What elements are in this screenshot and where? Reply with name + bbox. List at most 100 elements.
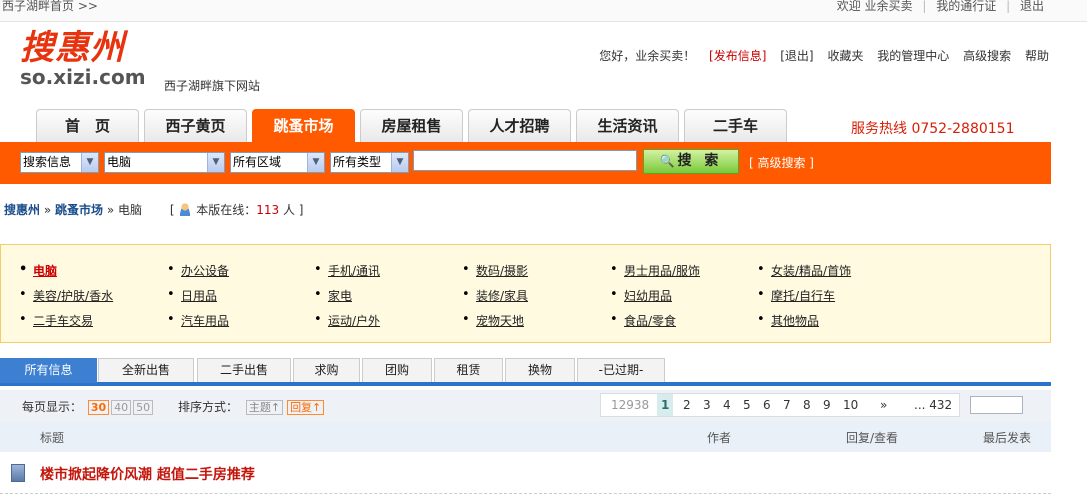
table-row: 楼市掀起降价风潮 超值二手房推荐	[0, 454, 1051, 494]
divider: |	[922, 0, 927, 13]
next-page[interactable]: »	[880, 398, 887, 412]
advanced-search-button[interactable]: [ 高级搜索 ]	[749, 154, 814, 171]
tab-swap[interactable]: 换物	[505, 358, 575, 382]
user-nav: 您好，业余买卖！ [发布信息] [退出] 收藏夹 我的管理中心 高级搜索 帮助	[589, 47, 1049, 64]
category-pets[interactable]: 宠物天地	[462, 312, 524, 329]
category-computer[interactable]: 电脑	[19, 262, 57, 279]
category-digital[interactable]: 数码/摄影	[462, 262, 528, 279]
publish-link[interactable]: [发布信息]	[709, 49, 766, 63]
category-appliance[interactable]: 家电	[314, 287, 352, 304]
sort-reply-button[interactable]: 回复↑	[287, 400, 325, 415]
greeting: 您好，业余买卖！	[599, 49, 696, 63]
page-10[interactable]: 10	[843, 398, 858, 412]
page-5[interactable]: 5	[743, 398, 751, 412]
col-reply-view: 回复/查看	[846, 431, 899, 445]
area-select[interactable]: 所有区域 ▼	[230, 152, 325, 173]
main-tabs: 首 页 西子黄页 跳蚤市场 房屋租售 人才招聘 生活资讯 二手车	[36, 109, 792, 142]
category-menswear[interactable]: 男士用品/服饰	[610, 262, 700, 279]
user-icon	[178, 202, 193, 216]
page-6[interactable]: 6	[763, 398, 771, 412]
online-number: 113	[256, 203, 280, 217]
category-furniture[interactable]: 装修/家具	[462, 287, 528, 304]
category-phone[interactable]: 手机/通讯	[314, 262, 380, 279]
online-label: 本版在线：	[196, 203, 257, 217]
tab-yellow-pages[interactable]: 西子黄页	[144, 109, 247, 142]
crumb-sep: »	[106, 203, 118, 217]
page-2[interactable]: 2	[683, 398, 691, 412]
tab-expired[interactable]: -已过期-	[577, 358, 665, 382]
search-button[interactable]: 🔍 搜 索	[643, 149, 739, 174]
search-icon: 🔍	[659, 154, 675, 168]
category-baby[interactable]: 妇幼用品	[610, 287, 672, 304]
category-select[interactable]: 电脑 ▼	[104, 152, 225, 173]
total-count: 12938	[611, 398, 650, 412]
search-type-select[interactable]: 搜索信息 ▼	[20, 152, 99, 173]
sort-control: 排序方式： 主题↑ 回复↑	[178, 398, 325, 415]
category-used-car[interactable]: 二手车交易	[19, 312, 93, 329]
type-select[interactable]: 所有类型 ▼	[330, 152, 409, 173]
crumb-market[interactable]: 跳蚤市场	[55, 203, 103, 217]
tab-home[interactable]: 首 页	[36, 109, 139, 142]
tab-jobs[interactable]: 人才招聘	[468, 109, 571, 142]
col-title: 标题	[40, 431, 65, 445]
crumb-root[interactable]: 搜惠州	[4, 203, 40, 217]
per-page-30[interactable]: 30	[87, 400, 110, 415]
area-value: 所有区域	[233, 155, 282, 169]
sort-subject-button[interactable]: 主题↑	[245, 400, 284, 415]
tab-life-info[interactable]: 生活资讯	[576, 109, 679, 142]
category-other[interactable]: 其他物品	[757, 312, 819, 329]
xizi-home-link[interactable]: 西子湖畔首页 >>	[2, 0, 98, 14]
advanced-search-link[interactable]: 高级搜索	[963, 49, 1011, 63]
per-page-label: 每页显示：	[22, 400, 83, 414]
search-type-value: 搜索信息	[23, 155, 72, 169]
tab-rent[interactable]: 租赁	[434, 358, 503, 382]
category-bikes[interactable]: 摩托/自行车	[757, 287, 835, 304]
category-sports[interactable]: 运动/户外	[314, 312, 380, 329]
bracket-open: [	[169, 203, 175, 217]
per-page-control: 每页显示： 30 40 50	[22, 398, 154, 415]
tab-housing[interactable]: 房屋租售	[360, 109, 463, 142]
post-title[interactable]: 楼市掀起降价风潮 超值二手房推荐	[40, 464, 255, 484]
service-hotline: 服务热线 0752-2880151	[851, 121, 1015, 137]
keyword-input[interactable]	[413, 150, 637, 171]
last-page[interactable]: ... 432	[914, 398, 952, 412]
page-7[interactable]: 7	[783, 398, 791, 412]
per-page-50[interactable]: 50	[133, 400, 154, 415]
logout-link[interactable]: [退出]	[780, 49, 813, 63]
page-1[interactable]: 1	[657, 394, 674, 416]
page-9[interactable]: 9	[823, 398, 831, 412]
category-list: 电脑 办公设备 手机/通讯 数码/摄影 男士用品/服饰 女装/精品/首饰 美容/…	[0, 244, 1051, 343]
page-8[interactable]: 8	[803, 398, 811, 412]
help-link[interactable]: 帮助	[1025, 49, 1049, 63]
tab-used-cars[interactable]: 二手车	[684, 109, 787, 142]
site-logo[interactable]: 搜惠州 so.xizi.com	[20, 30, 146, 88]
category-value: 电脑	[107, 155, 132, 169]
category-food[interactable]: 食品/零食	[610, 312, 676, 329]
category-office[interactable]: 办公设备	[167, 262, 229, 279]
page-jump-input[interactable]	[970, 396, 1023, 414]
passport-link[interactable]: 我的通行证	[936, 0, 996, 13]
tab-all-info[interactable]: 所有信息	[0, 358, 97, 383]
category-beauty[interactable]: 美容/护肤/香水	[19, 287, 113, 304]
category-womenswear[interactable]: 女装/精品/首饰	[757, 262, 851, 279]
logo-en: so.xizi.com	[20, 65, 146, 89]
category-daily[interactable]: 日用品	[167, 287, 217, 304]
tab-group-buy[interactable]: 团购	[362, 358, 432, 382]
page-4[interactable]: 4	[723, 398, 731, 412]
manage-center-link[interactable]: 我的管理中心	[877, 49, 949, 63]
welcome-user[interactable]: 欢迎 业余买卖	[837, 0, 913, 13]
tab-flea-market[interactable]: 跳蚤市场	[252, 109, 355, 142]
tab-wanted[interactable]: 求购	[293, 358, 360, 382]
favorites-link[interactable]: 收藏夹	[827, 49, 863, 63]
col-author: 作者	[707, 431, 732, 445]
per-page-40[interactable]: 40	[111, 400, 132, 415]
top-logout-link[interactable]: 退出	[1020, 0, 1044, 13]
search-button-label: 搜 索	[677, 153, 723, 169]
document-icon	[11, 464, 25, 482]
online-count: [ 本版在线：113 人 ]	[169, 202, 303, 217]
crumb-current: 电脑	[118, 203, 143, 217]
category-car-goods[interactable]: 汽车用品	[167, 312, 229, 329]
page-3[interactable]: 3	[703, 398, 711, 412]
tab-used-sale[interactable]: 二手出售	[197, 358, 291, 382]
tab-new-sale[interactable]: 全新出售	[98, 358, 194, 382]
